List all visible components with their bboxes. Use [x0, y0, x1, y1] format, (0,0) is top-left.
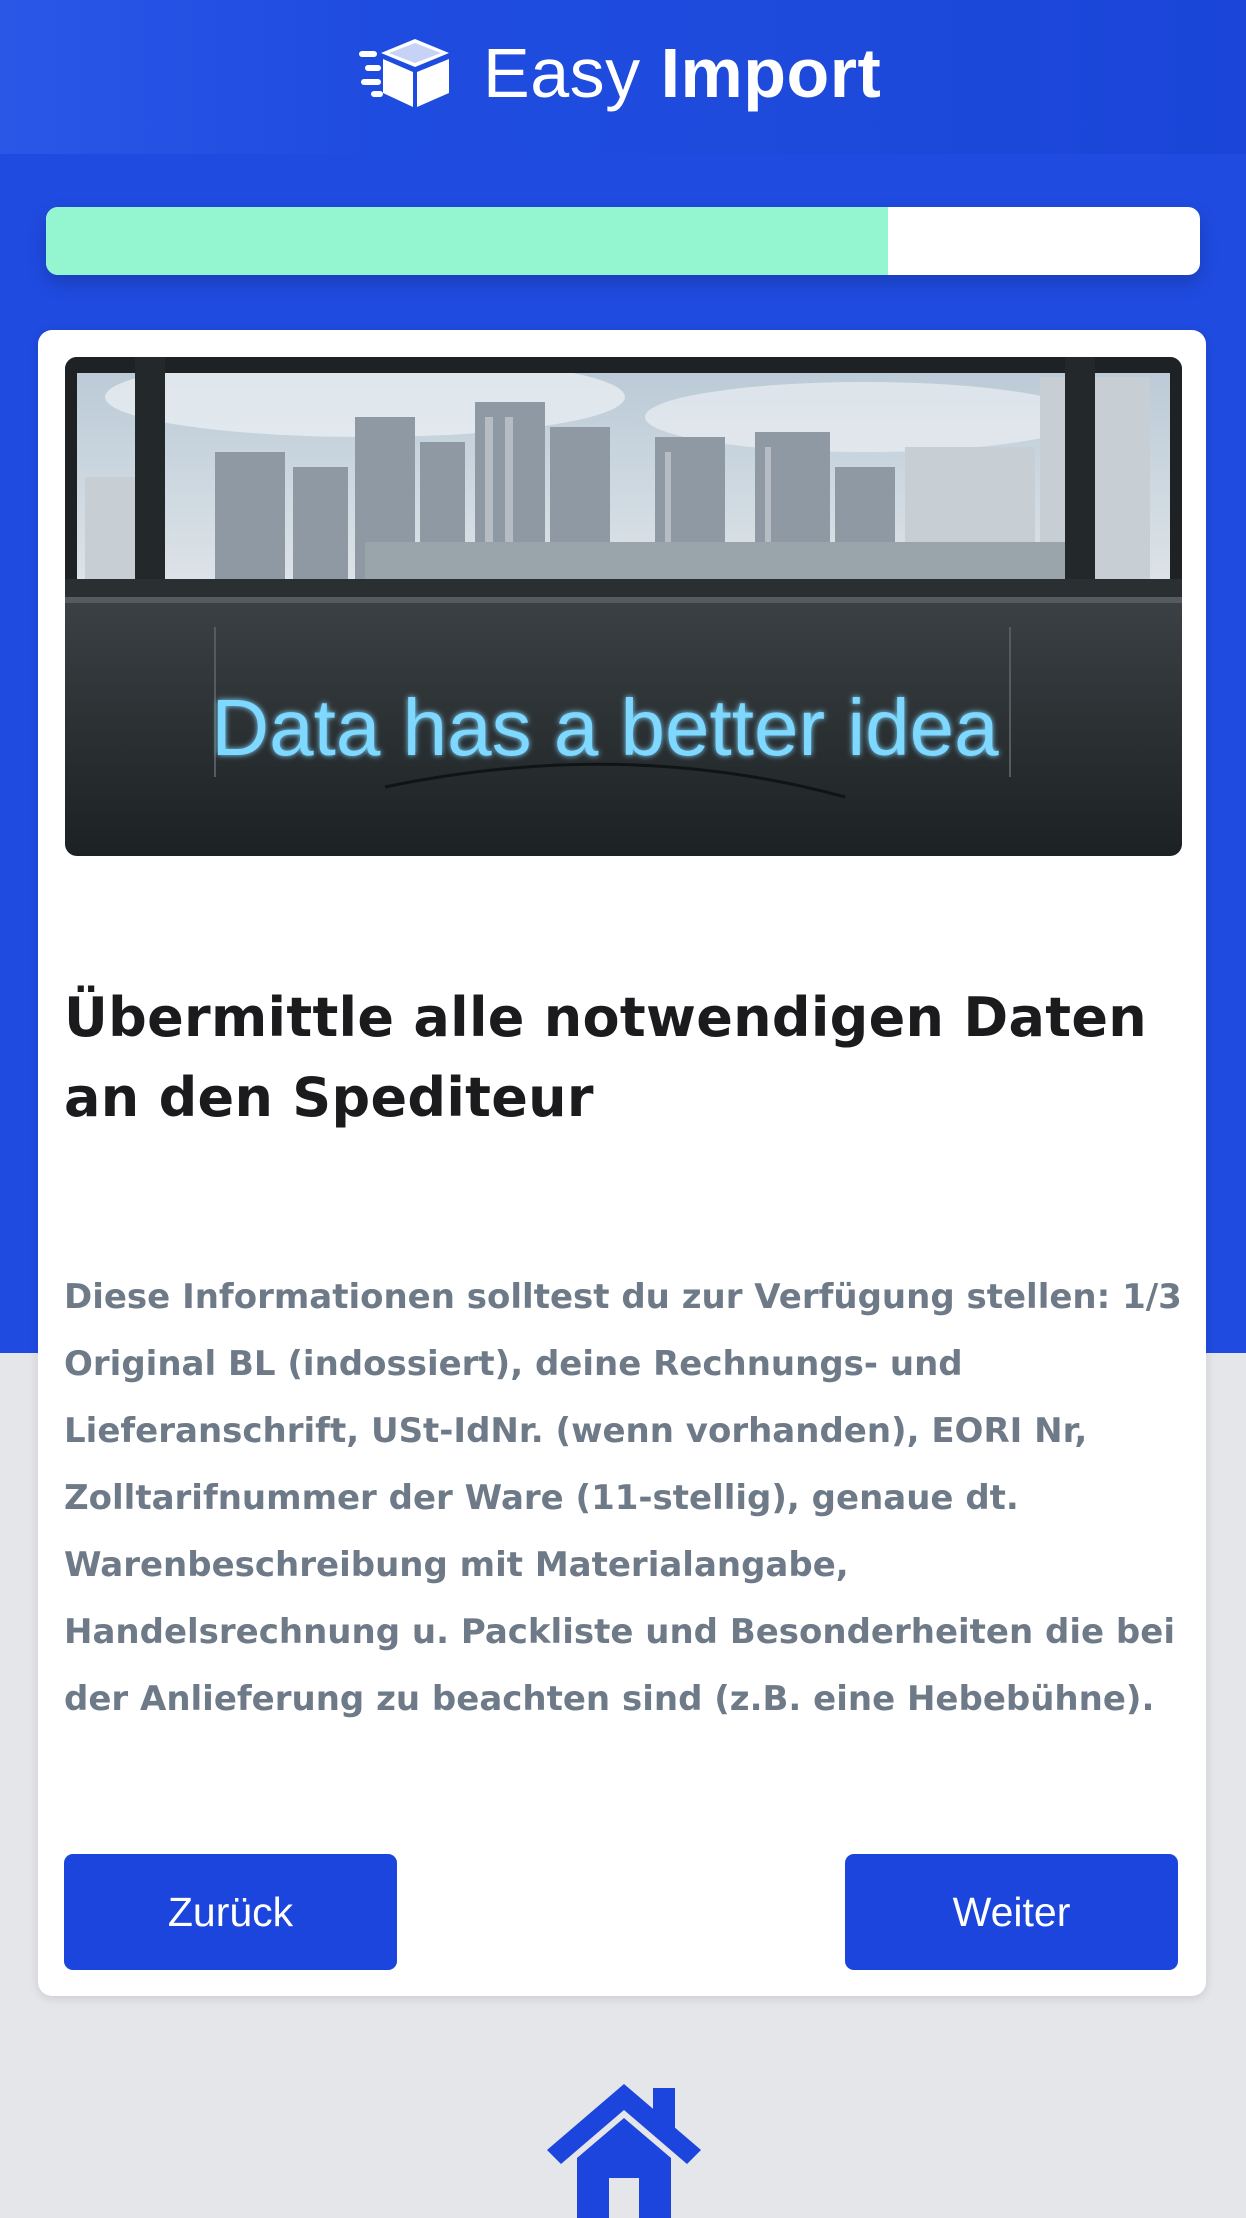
home-icon[interactable]	[547, 2080, 701, 2218]
app-logo[interactable]: Easy Import	[357, 30, 881, 116]
progress-bar-fill	[46, 207, 889, 275]
progress-bar	[46, 207, 1200, 275]
step-title: Übermittle alle notwendigen Daten an den…	[64, 986, 1148, 1129]
app-title: Easy Import	[483, 30, 881, 116]
hero-neon-text: Data has a better idea	[211, 683, 999, 772]
hero-image: Data has a better idea	[65, 357, 1182, 856]
next-button[interactable]: Weiter	[845, 1854, 1178, 1970]
app-title-bold: Import	[660, 34, 882, 112]
step-description: Diese Informationen solltest du zur Verf…	[64, 1277, 1182, 1719]
step-card: Data has a better idea Übermittle alle n…	[38, 330, 1206, 1996]
app-title-light: Easy	[483, 34, 641, 112]
flying-box-icon	[359, 39, 449, 107]
back-button[interactable]: Zurück	[64, 1854, 397, 1970]
app-header: Easy Import	[0, 0, 1246, 154]
